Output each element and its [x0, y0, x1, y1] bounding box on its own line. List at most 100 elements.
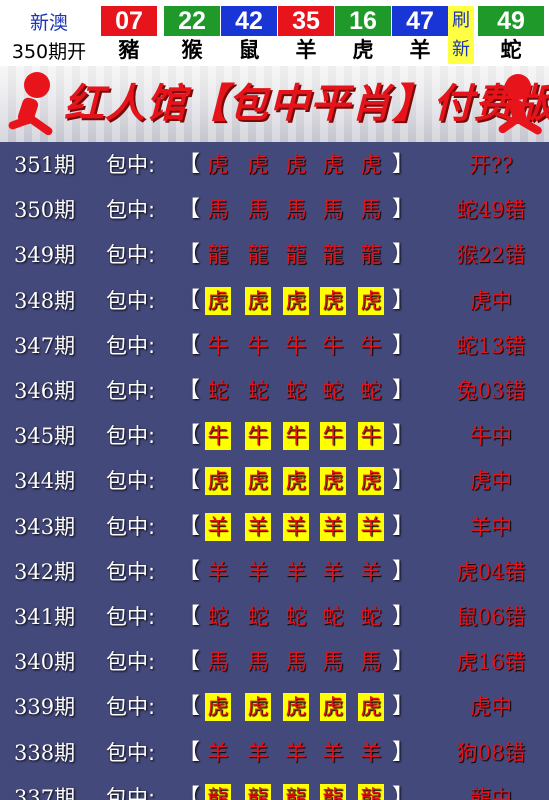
row-period: 349期 — [14, 243, 76, 268]
row-period: 338期 — [14, 740, 76, 765]
open-bracket: 【 — [178, 739, 201, 765]
open-bracket: 【 — [178, 378, 201, 403]
close-bracket: 】 — [392, 468, 415, 494]
zodiac-pick: 虎 — [205, 467, 231, 496]
prediction-row: 347期 包中: 【牛牛牛牛牛】蛇13错 — [0, 323, 549, 368]
zodiac-pick: 蛇 — [207, 605, 229, 629]
zodiac-pick: 馬 — [207, 650, 229, 675]
zodiac-pick: 虎 — [320, 693, 346, 722]
zodiac-pick: 龍 — [247, 243, 269, 268]
close-bracket: 】 — [392, 332, 415, 358]
open-bracket: 【 — [178, 694, 201, 720]
ball-zodiac: 羊 — [409, 38, 431, 62]
zodiac-pick: 龍 — [245, 783, 271, 800]
zodiac-pick: 虎 — [205, 693, 231, 722]
ball-zodiac: 羊 — [295, 38, 317, 62]
close-bracket: 】 — [392, 197, 415, 223]
refresh-label-top: 刷 — [452, 10, 470, 31]
row-period: 337期 — [14, 785, 76, 800]
ball-number: 35 — [278, 6, 334, 36]
row-period: 341期 — [14, 605, 76, 629]
zodiac-pick: 馬 — [322, 650, 344, 675]
close-bracket: 】 — [392, 604, 415, 629]
draw-ball-7: 49 蛇 — [478, 6, 544, 64]
row-result: 虎16错 — [456, 650, 526, 675]
close-bracket: 】 — [392, 513, 415, 539]
row-period: 350期 — [14, 198, 76, 223]
ball-number: 07 — [101, 6, 157, 36]
zodiac-pick: 虎 — [320, 286, 346, 315]
row-period: 343期 — [14, 514, 76, 539]
ball-zodiac: 猴 — [181, 38, 203, 62]
zodiac-pick: 龍 — [207, 243, 229, 268]
prediction-row: 338期 包中: 【羊羊羊羊羊】狗08错 — [0, 730, 549, 775]
refresh-button[interactable]: 刷 新 — [448, 6, 474, 64]
zodiac-pick: 虎 — [358, 467, 384, 496]
prediction-row: 349期 包中: 【龍龍龍龍龍】猴22错 — [0, 232, 549, 277]
zodiac-pick: 羊 — [247, 740, 269, 765]
zodiac-pick: 虎 — [360, 153, 382, 177]
zodiac-pick: 羊 — [322, 559, 344, 584]
prediction-row: 344期 包中: 【虎虎虎虎虎】虎中 — [0, 458, 549, 503]
zodiac-pick: 羊 — [320, 512, 346, 541]
open-bracket: 【 — [178, 513, 201, 539]
zodiac-pick: 龍 — [322, 243, 344, 268]
zodiac-pick: 蛇 — [322, 379, 344, 403]
zodiac-pick: 馬 — [207, 198, 229, 223]
ball-zodiac: 鼠 — [238, 38, 260, 62]
open-bracket: 【 — [178, 468, 201, 494]
zodiac-pick: 蛇 — [285, 379, 307, 403]
zodiac-pick: 羊 — [358, 512, 384, 541]
zodiac-pick: 馬 — [285, 198, 307, 223]
ball-zodiac: 虎 — [352, 38, 374, 62]
row-result: 虎04错 — [456, 559, 526, 584]
zodiac-pick: 龍 — [285, 243, 307, 268]
row-result: 蛇13错 — [456, 333, 526, 358]
zodiac-pick: 羊 — [245, 512, 271, 541]
open-bracket: 【 — [178, 558, 201, 584]
close-bracket: 】 — [392, 242, 415, 268]
region-label: 新澳 — [29, 12, 68, 34]
prediction-row: 340期 包中: 【馬馬馬馬馬】虎16错 — [0, 639, 549, 684]
open-bracket: 【 — [178, 242, 201, 268]
ball-number: 22 — [164, 6, 220, 36]
period-label: 350期开 — [11, 41, 87, 63]
open-bracket: 【 — [178, 649, 201, 675]
prediction-row: 342期 包中: 【羊羊羊羊羊】虎04错 — [0, 549, 549, 594]
zodiac-pick: 龍 — [205, 783, 231, 800]
zodiac-pick: 馬 — [247, 650, 269, 675]
zodiac-pick: 虎 — [322, 153, 344, 177]
zodiac-pick: 羊 — [283, 512, 309, 541]
row-result: 虎中 — [470, 695, 512, 720]
row-period: 340期 — [14, 650, 76, 675]
zodiac-pick: 虎 — [320, 467, 346, 496]
draw-ball-2: 22 猴 — [164, 6, 220, 64]
zodiac-pick: 虎 — [358, 286, 384, 315]
zodiac-pick: 蛇 — [247, 379, 269, 403]
ball-number: 47 — [392, 6, 448, 36]
row-period: 347期 — [14, 333, 76, 358]
row-result: 鼠06错 — [456, 605, 526, 629]
zodiac-pick: 羊 — [207, 740, 229, 765]
zodiac-pick: 羊 — [360, 740, 382, 765]
row-result: 狗08错 — [456, 740, 526, 765]
zodiac-pick: 羊 — [285, 740, 307, 765]
open-bracket: 【 — [178, 332, 201, 358]
prediction-row: 339期 包中: 【虎虎虎虎虎】虎中 — [0, 684, 549, 729]
zodiac-pick: 蛇 — [360, 379, 382, 403]
zodiac-pick: 馬 — [285, 650, 307, 675]
zodiac-pick: 龍 — [360, 243, 382, 268]
close-bracket: 】 — [392, 649, 415, 675]
zodiac-pick: 龍 — [358, 783, 384, 800]
zodiac-pick: 蛇 — [322, 605, 344, 629]
prediction-row: 346期 包中: 【蛇蛇蛇蛇蛇】兔03错 — [0, 368, 549, 413]
prediction-row: 337期 包中: 【龍龍龍龍龍】龍中 — [0, 775, 549, 800]
zodiac-pick: 馬 — [247, 198, 269, 223]
draw-ball-4: 35 羊 — [278, 6, 334, 64]
banner-title: 红人馆【包中平肖】付费版 — [64, 80, 549, 127]
prediction-row: 345期 包中: 【牛牛牛牛牛】牛中 — [0, 413, 549, 458]
row-period: 339期 — [14, 695, 76, 720]
row-result: 蛇49错 — [456, 198, 526, 223]
prediction-row: 341期 包中: 【蛇蛇蛇蛇蛇】鼠06错 — [0, 594, 549, 639]
row-result: 开?? — [469, 153, 513, 177]
